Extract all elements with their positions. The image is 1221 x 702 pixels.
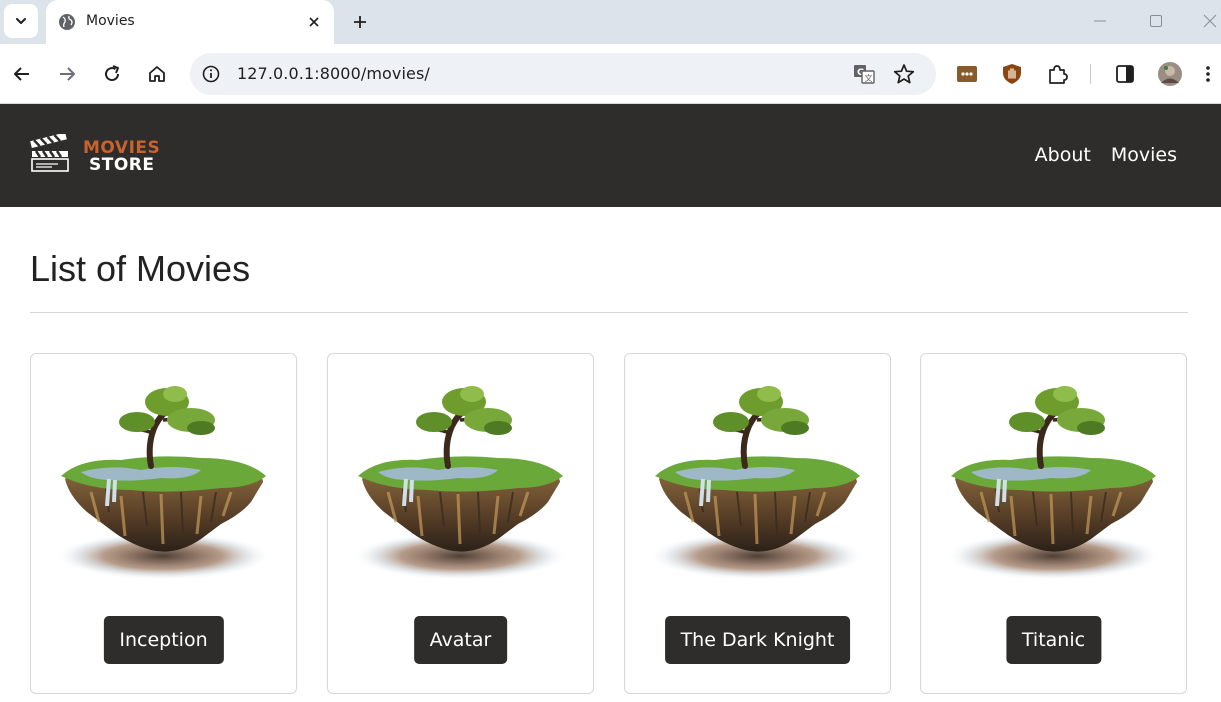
profile-button[interactable] [1156,60,1184,88]
arrow-right-icon [60,67,75,81]
home-button[interactable] [143,60,171,88]
movie-card-titanic: Titanic [920,353,1187,694]
browser-tabstrip: Movies [0,0,1221,44]
browser-menu-button[interactable] [1198,60,1218,88]
clapperboard-icon [30,134,69,172]
page-title: List of Movies [30,248,251,289]
browser-tab[interactable]: Movies [46,0,334,44]
globe-icon [59,14,75,30]
arrow-left-icon [14,67,29,81]
info-icon[interactable] [202,65,220,83]
browser-toolbar: 127.0.0.1:8000/movies/ G文 [0,44,1221,104]
main-nav: About Movies [1035,144,1177,166]
site-logo[interactable]: MOVIES STORE [30,132,170,182]
plus-icon [354,16,366,28]
tab-search-button[interactable] [4,4,38,38]
window-close-button[interactable] [1196,8,1221,34]
minimize-button[interactable] [1086,8,1114,34]
close-icon [309,17,319,27]
svg-text:文: 文 [865,73,873,83]
movie-image [348,384,573,599]
extension-password-icon [957,66,977,82]
url-text[interactable]: 127.0.0.1:8000/movies/ [237,64,430,83]
movie-button-avatar[interactable]: Avatar [413,616,508,664]
logo-text-store: STORE [89,155,155,175]
avatar [1158,62,1182,86]
extension-2-button[interactable] [998,60,1026,88]
address-bar[interactable]: 127.0.0.1:8000/movies/ G文 [190,53,936,95]
new-tab-button[interactable] [348,10,372,34]
translate-icon: G文 [854,65,875,84]
reload-icon [105,65,120,82]
minimize-icon [1094,20,1106,22]
chevron-down-icon [16,18,26,24]
extension-1-button[interactable] [953,60,981,88]
toolbar-separator [1090,64,1091,84]
movie-card-the-dark-knight: The Dark Knight [624,353,891,694]
back-button[interactable] [8,60,36,88]
translate-button[interactable]: G文 [852,62,876,86]
close-icon [1203,14,1217,28]
movie-button-inception[interactable]: Inception [103,616,224,664]
tab-close-button[interactable] [304,12,324,32]
reload-button[interactable] [98,60,126,88]
forward-button[interactable] [53,60,81,88]
maximize-button[interactable] [1142,8,1170,34]
movie-card-inception: Inception [30,353,297,694]
home-icon [149,66,165,82]
movie-image [51,384,276,599]
movie-card-avatar: Avatar [327,353,594,694]
title-divider [30,312,1188,313]
movie-image [941,384,1166,599]
tab-title: Movies [86,13,135,29]
movie-image [645,384,870,599]
side-panel-icon [1116,65,1134,83]
movie-button-titanic[interactable]: Titanic [1005,616,1102,664]
star-icon [893,64,915,84]
movie-button-the-dark-knight[interactable]: The Dark Knight [664,616,851,664]
side-panel-button[interactable] [1111,60,1139,88]
ublock-shield-icon [1003,64,1021,84]
puzzle-icon [1049,65,1068,84]
site-header: MOVIES STORE About Movies [0,104,1221,207]
more-vertical-icon [1206,66,1210,82]
nav-link-movies[interactable]: Movies [1111,144,1177,166]
nav-link-about[interactable]: About [1035,144,1091,166]
extensions-button[interactable] [1043,60,1071,88]
maximize-icon [1150,15,1162,27]
bookmark-button[interactable] [892,62,916,86]
